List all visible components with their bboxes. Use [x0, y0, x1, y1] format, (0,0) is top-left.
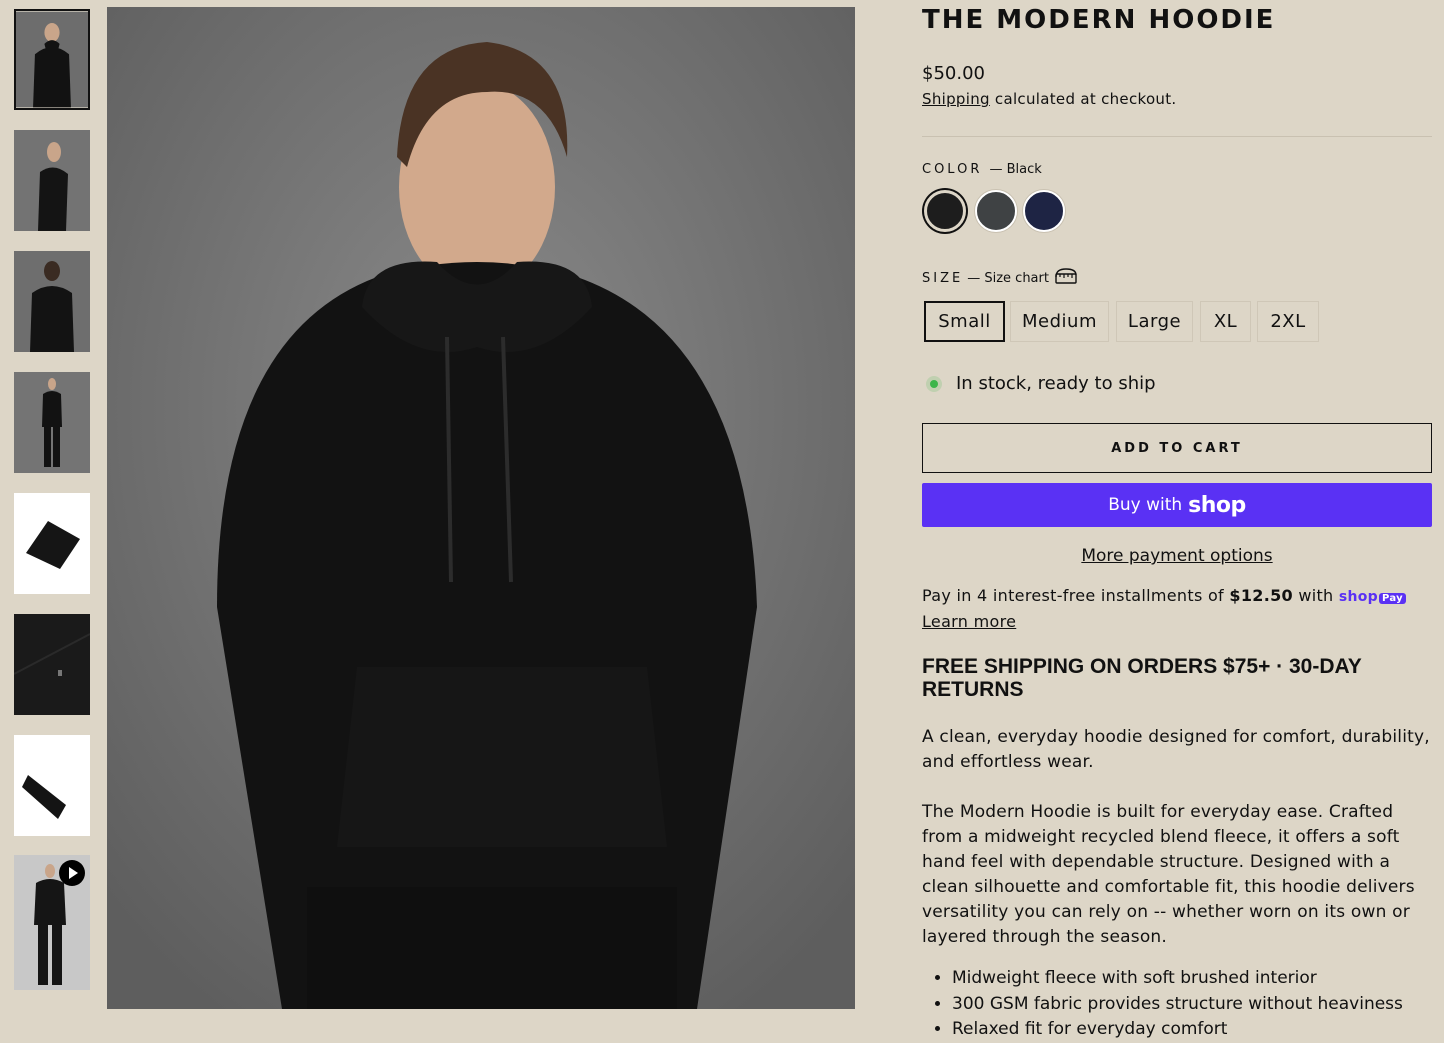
learn-more-link[interactable]: Learn more: [922, 612, 1016, 631]
shop-pay-badge: Pay: [1379, 593, 1406, 604]
color-label: COLOR: [922, 162, 983, 177]
thumbnail-folded[interactable]: [14, 493, 90, 594]
in-stock-dot-icon: [930, 379, 938, 388]
thumbnail-side[interactable]: [14, 130, 90, 231]
size-chart-link[interactable]: — Size chart: [967, 271, 1049, 286]
play-icon[interactable]: [59, 860, 85, 886]
add-to-cart-button[interactable]: ADD TO CART: [922, 423, 1432, 473]
size-2xl[interactable]: 2XL: [1257, 301, 1319, 342]
description-body: The Modern Hoodie is built for everyday …: [922, 802, 1415, 947]
color-label-row: COLOR — Black: [922, 162, 1042, 177]
shop-logo-icon: shop: [1188, 492, 1246, 518]
stock-status: In stock, ready to ship: [922, 373, 1156, 394]
color-selected-value: — Black: [989, 162, 1042, 177]
thumbnail-cuff[interactable]: [14, 735, 90, 836]
description-intro: A clean, everyday hoodie designed for co…: [922, 727, 1430, 772]
installments-note: Pay in 4 interest-free installments of $…: [922, 584, 1432, 633]
size-xl[interactable]: XL: [1200, 301, 1251, 342]
shipping-link[interactable]: Shipping: [922, 90, 990, 108]
thumbnail-full[interactable]: [14, 372, 90, 473]
thumbnail-front[interactable]: [14, 9, 90, 110]
ruler-icon[interactable]: [1055, 268, 1077, 288]
shop-pay-word: shop: [1338, 589, 1378, 605]
stock-text: In stock, ready to ship: [956, 373, 1156, 394]
size-large[interactable]: Large: [1116, 301, 1193, 342]
list-item: Midweight fleece with soft brushed inter…: [952, 966, 1444, 992]
thumbnail-back[interactable]: [14, 251, 90, 352]
feature-list: Midweight fleece with soft brushed inter…: [922, 966, 1444, 1043]
shop-pay-logo-icon: shop Pay: [1339, 589, 1406, 605]
thumbnail-detail[interactable]: [14, 614, 90, 715]
list-item: Relaxed fit for everyday comfort: [952, 1017, 1444, 1043]
size-label-row: SIZE — Size chart: [922, 268, 1077, 288]
product-title: THE MODERN HOODIE: [922, 5, 1276, 35]
thumbnail-video[interactable]: [14, 855, 90, 990]
swatch-navy[interactable]: [1023, 190, 1065, 232]
swatch-charcoal[interactable]: [975, 190, 1017, 232]
list-item: 300 GSM fabric provides structure withou…: [952, 992, 1444, 1018]
size-small[interactable]: Small: [924, 301, 1005, 342]
product-price: $50.00: [922, 63, 985, 84]
size-label: SIZE: [922, 270, 964, 286]
swatch-black[interactable]: [924, 190, 966, 232]
main-product-image[interactable]: [107, 7, 855, 1009]
buy-with-shop-button[interactable]: Buy with shop: [922, 483, 1432, 527]
more-payment-options-link[interactable]: More payment options: [922, 546, 1432, 566]
size-medium[interactable]: Medium: [1010, 301, 1109, 342]
shipping-note: Shipping calculated at checkout.: [922, 90, 1177, 108]
installment-amount: $12.50: [1229, 586, 1293, 605]
buy-with-label: Buy with: [1108, 495, 1183, 515]
installments-suffix: with: [1292, 586, 1339, 605]
installments-prefix: Pay in 4 interest-free installments of: [922, 586, 1230, 605]
shipping-text: calculated at checkout.: [989, 90, 1177, 108]
promo-banner: FREE SHIPPING ON ORDERS $75+ · 30-DAY RE…: [922, 655, 1362, 701]
divider: [922, 136, 1432, 137]
